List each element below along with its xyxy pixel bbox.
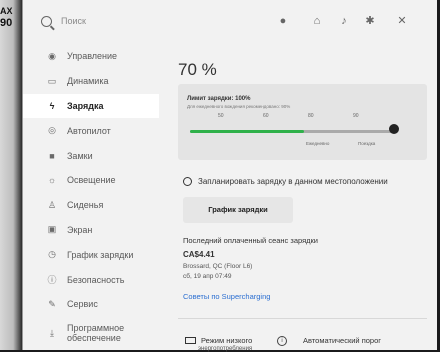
tick-label: 90 xyxy=(353,113,359,119)
bluetooth-icon[interactable]: ✱ xyxy=(363,14,377,28)
car-top-icon: ◉ xyxy=(48,50,56,61)
sidebar-item-schedule[interactable]: ◷ График зарядки xyxy=(23,242,159,267)
sidebar-item-label: Безопасность xyxy=(67,274,125,285)
sidebar: ◉ Управление ▭ Динамика ϟ Зарядка ◎ Автопило… xyxy=(23,44,159,349)
sidebar-item-locks[interactable]: ■ Замки xyxy=(23,143,159,168)
sidebar-item-software[interactable]: ⤓ Программное обеспечение xyxy=(23,317,159,349)
last-session-location: Brossard, QC (Floor L6) xyxy=(183,263,253,270)
top-bar: Поиск ● ⌂ ♪ ✱ ✕ xyxy=(23,0,437,42)
sidebar-item-label: Программное обеспечение xyxy=(67,322,125,343)
search-input[interactable]: Поиск xyxy=(61,16,86,26)
charge-limit-handle[interactable] xyxy=(389,124,399,134)
sidebar-item-label: Управление xyxy=(67,51,118,62)
zone-trip-label: Поездка xyxy=(358,141,376,146)
car-icon: ▭ xyxy=(47,75,57,86)
sidebar-item-dynamics[interactable]: ▭ Динамика xyxy=(23,69,159,94)
sidebar-item-service[interactable]: ✎ Сервис xyxy=(23,292,159,317)
sidebar-item-safety[interactable]: ⓘ Безопасность xyxy=(23,267,159,292)
clock-icon: ◷ xyxy=(48,249,56,260)
screen-icon: ▣ xyxy=(47,224,57,235)
sidebar-item-controls[interactable]: ◉ Управление xyxy=(23,44,159,69)
last-session-price: CA$4.41 xyxy=(183,250,215,259)
charge-schedule-button[interactable]: График зарядки xyxy=(183,197,293,223)
tick-label: 50 xyxy=(218,113,224,119)
bell-icon[interactable]: ♪ xyxy=(337,14,351,28)
charge-limit-slider[interactable] xyxy=(190,130,394,133)
charge-limit-fill xyxy=(190,130,305,133)
zone-daily-label: Ежедневно xyxy=(306,141,330,146)
signal-off-icon[interactable]: ✕ xyxy=(395,14,409,28)
seat-icon: ♙ xyxy=(47,199,57,210)
person-icon[interactable]: ● xyxy=(276,14,290,28)
supercharging-tips-link[interactable]: Советы по Supercharging xyxy=(183,292,270,301)
battery-percent: 70 % xyxy=(178,60,217,79)
download-icon: ⤓ xyxy=(50,327,54,338)
charge-limit-title: Лимит зарядки: 100% xyxy=(187,96,251,102)
last-session-title: Последний оплаченный сеанс зарядки xyxy=(183,236,318,245)
sidebar-item-label: Экран xyxy=(67,224,93,235)
sidebar-item-display[interactable]: ▣ Экран xyxy=(23,218,159,243)
background-bezel: AX 90 xyxy=(0,0,22,350)
sidebar-item-label: Динамика xyxy=(67,76,109,87)
info-icon[interactable]: i xyxy=(277,336,287,346)
sidebar-item-seats[interactable]: ♙ Сиденья xyxy=(23,193,159,218)
bezel-text-top: AX xyxy=(0,6,13,16)
steering-wheel-icon: ◎ xyxy=(48,125,56,136)
sidebar-item-label: Сиденья xyxy=(67,200,104,211)
schedule-label: Запланировать зарядку в данном местополо… xyxy=(198,177,388,186)
sidebar-item-label: График зарядки xyxy=(67,249,134,260)
sidebar-item-label: Сервис xyxy=(67,299,98,310)
sidebar-item-label: Зарядка xyxy=(67,100,104,111)
search-icon[interactable] xyxy=(41,16,52,27)
sun-icon: ☼ xyxy=(47,175,57,186)
low-power-mode-toggle[interactable]: Режим низкого xyxy=(185,336,252,345)
charge-limit-subtitle: Для ежедневного вождения рекомендовано: … xyxy=(187,104,291,109)
battery-icon xyxy=(185,337,196,344)
sidebar-item-label: Освещение xyxy=(67,175,116,186)
wrench-icon: ✎ xyxy=(48,298,56,309)
home-icon[interactable]: ⌂ xyxy=(310,14,324,28)
auto-threshold-label: Автоматический порог xyxy=(303,336,382,345)
shield-icon: ⓘ xyxy=(47,275,57,286)
sidebar-item-label: Автопилот xyxy=(67,125,111,136)
low-power-mode-label: Режим низкого xyxy=(201,336,253,345)
divider xyxy=(178,318,427,319)
tick-label: 60 xyxy=(263,113,269,119)
tick-label: 80 xyxy=(308,113,314,119)
sidebar-item-lighting[interactable]: ☼ Освещение xyxy=(23,168,159,193)
last-session-date: сб, 19 апр 07:49 xyxy=(183,273,232,280)
settings-screen: Поиск ● ⌂ ♪ ✱ ✕ ◉ Управление ▭ Динамика ϟ З… xyxy=(22,0,437,352)
bezel-text-second: 90 xyxy=(0,17,13,29)
charge-limit-card: Лимит зарядки: 100% Для ежедневного вожд… xyxy=(178,84,427,160)
low-power-mode-sublabel: энергопотребления xyxy=(198,346,253,352)
lock-icon: ■ xyxy=(49,150,55,161)
tick-labels: 50 60 80 90 xyxy=(218,113,398,125)
schedule-charging-toggle[interactable]: Запланировать зарядку в данном местополо… xyxy=(183,177,388,186)
sidebar-item-charging[interactable]: ϟ Зарядка xyxy=(23,93,159,119)
sidebar-item-autopilot[interactable]: ◎ Автопилот xyxy=(23,118,159,143)
sidebar-item-label: Замки xyxy=(67,150,93,161)
clock-icon xyxy=(183,177,192,186)
lightning-icon: ϟ xyxy=(49,100,55,111)
